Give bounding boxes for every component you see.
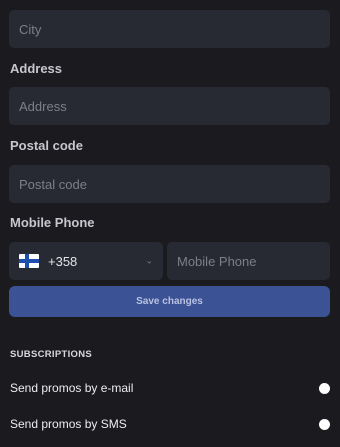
mobile-phone-input[interactable]: Mobile Phone xyxy=(167,242,330,280)
subscription-sms-label: Send promos by SMS xyxy=(10,417,127,431)
dial-code: +358 xyxy=(48,253,78,269)
address-input[interactable]: Address xyxy=(9,87,330,125)
subscription-email-row: Send promos by e-mail xyxy=(10,380,330,396)
postal-code-placeholder: Postal code xyxy=(19,176,87,192)
address-placeholder: Address xyxy=(19,98,67,114)
chevron-down-icon: ⌄ xyxy=(145,255,153,266)
address-label: Address xyxy=(10,61,63,76)
subscription-email-toggle[interactable] xyxy=(306,381,330,395)
mobile-phone-label: Mobile Phone xyxy=(10,215,95,230)
profile-form: City Address Address Postal code Postal … xyxy=(0,0,340,447)
postal-code-label: Postal code xyxy=(10,138,83,153)
subscriptions-title: SUBSCRIPTIONS xyxy=(10,349,93,360)
subscription-sms-toggle[interactable] xyxy=(306,417,330,431)
city-placeholder: City xyxy=(19,21,42,37)
mobile-phone-placeholder: Mobile Phone xyxy=(177,253,257,269)
subscription-sms-row: Send promos by SMS xyxy=(10,416,330,432)
toggle-knob xyxy=(319,418,330,430)
finland-flag-icon xyxy=(19,254,39,268)
postal-code-input[interactable]: Postal code xyxy=(9,165,330,203)
subscription-email-label: Send promos by e-mail xyxy=(10,381,134,395)
country-code-select[interactable]: +358 ⌄ xyxy=(9,242,163,280)
toggle-knob xyxy=(319,382,330,394)
city-input[interactable]: City xyxy=(9,10,330,48)
save-changes-button[interactable]: Save changes xyxy=(9,286,330,317)
mobile-phone-row: +358 ⌄ Mobile Phone xyxy=(9,242,330,280)
